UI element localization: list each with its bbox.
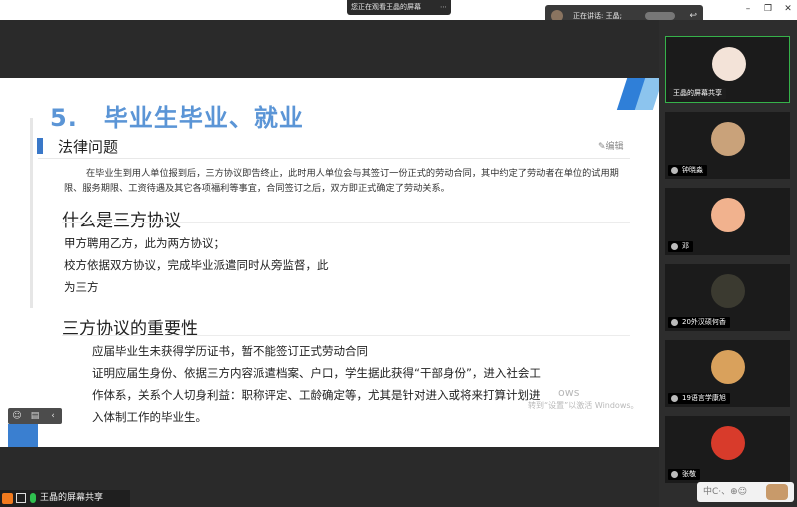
importance-line: 入体制工作的毕业生。 — [92, 410, 207, 424]
section-heading: 法律问题 — [58, 138, 119, 156]
participant-tile[interactable]: 邓 — [665, 188, 790, 255]
participant-name: 张敬 — [668, 469, 700, 480]
section-marker — [37, 138, 43, 154]
minimize-button[interactable]: – — [741, 2, 755, 16]
what-heading: 什么是三方协议 — [62, 211, 181, 231]
participant-name-text: 19语言学康旭 — [682, 394, 726, 402]
chat-input-text: 中C·、⊕☺ — [703, 487, 748, 497]
participant-tile[interactable]: 王晶的屏幕共享 — [665, 36, 790, 103]
participant-name-text: 钟晓淼 — [682, 166, 703, 174]
participant-name: 邓 — [668, 241, 693, 252]
participant-tile[interactable]: 19语言学康旭 — [665, 340, 790, 407]
slide-number: 5. — [50, 104, 78, 132]
slide-toolbar: ☺ ▤ ‹ — [8, 408, 62, 424]
maximize-button[interactable]: ❐ — [761, 2, 775, 16]
avatar — [711, 426, 745, 460]
participants-panel: 王晶的屏幕共享 钟晓淼 邓 20外汉硕何香 19语言学康旭 张敬 — [659, 20, 797, 507]
user-icon — [2, 493, 13, 504]
share-banner-text: 您正在观看王晶的屏幕 — [351, 3, 421, 11]
screen-icon — [16, 493, 26, 503]
mic-muted-icon — [671, 471, 678, 478]
screen-share-banner[interactable]: 您正在观看王晶的屏幕 ⋯ — [347, 0, 451, 15]
slide-title-text: 毕业生毕业、就业 — [103, 104, 304, 132]
presentation-slide: 5. 毕业生毕业、就业 法律问题 ✎编辑 在毕业生到用人单位报到后，三方协议即告终… — [0, 78, 659, 447]
avatar — [711, 350, 745, 384]
what-line: 校方依据双方协议，完成毕业派遣同时从旁监督，此 — [64, 258, 329, 272]
importance-line: 证明应届生身份、依据三方内容派遣档案、户口，学生据此获得“干部身份”，进入社会工 — [92, 366, 541, 380]
participant-name: 20外汉硕何香 — [668, 317, 730, 328]
importance-line: 应届毕业生未获得学历证书，暂不能签订正式劳动合同 — [92, 344, 368, 358]
avatar — [711, 122, 745, 156]
participant-tile[interactable]: 钟晓淼 — [665, 112, 790, 179]
edit-link[interactable]: ✎编辑 — [598, 139, 624, 152]
activation-watermark-text: 转到“设置”以激活 Windows。 — [528, 401, 639, 410]
slide-left-rule — [30, 118, 33, 308]
participant-name-text: 王晶的屏幕共享 — [673, 89, 722, 97]
mic-icon — [30, 493, 36, 503]
what-line: 甲方聘用乙方，此为两方协议； — [64, 236, 225, 250]
collapse-icon[interactable]: ‹ — [47, 408, 59, 424]
mic-muted-icon — [671, 395, 678, 402]
mic-muted-icon — [671, 243, 678, 250]
close-button[interactable]: ✕ — [781, 2, 795, 16]
avatar — [711, 274, 745, 308]
participant-tile[interactable]: 张敬 — [665, 416, 790, 483]
participant-name-text: 邓 — [682, 242, 689, 250]
participant-tile[interactable]: 20外汉硕何香 — [665, 264, 790, 331]
participant-name-text: 张敬 — [682, 470, 696, 478]
divider — [38, 158, 630, 159]
mic-muted-icon — [671, 167, 678, 174]
share-status-label: 王晶的屏幕共享 — [40, 493, 104, 503]
importance-line: 作体系，关系个人切身利益：职称评定、工龄确定等，尤其是针对进入或将来打算计划进 — [92, 388, 541, 402]
avatar — [711, 198, 745, 232]
annotate-icon[interactable]: ☺ — [11, 408, 23, 424]
chat-input[interactable]: 中C·、⊕☺ — [697, 482, 794, 502]
activation-watermark-title: ows — [558, 386, 580, 399]
divider — [62, 222, 630, 223]
sticker-icon[interactable] — [766, 484, 788, 500]
layout-icon[interactable]: ▤ — [29, 408, 41, 424]
mic-muted-icon — [671, 319, 678, 326]
participant-name-text: 20外汉硕何香 — [682, 318, 726, 326]
participant-name: 钟晓淼 — [668, 165, 707, 176]
speaker-names-blur — [645, 12, 675, 20]
share-menu-icon[interactable]: ⋯ — [440, 0, 447, 15]
avatar — [712, 47, 746, 81]
what-line: 为三方 — [64, 280, 99, 294]
slide-title: 5. 毕业生毕业、就业 — [50, 98, 304, 133]
legal-paragraph: 在毕业生到用人单位报到后，三方协议即告终止，此时用人单位会与其签订一份正式的劳动… — [64, 168, 619, 194]
slide-corner-decoration — [8, 424, 38, 447]
screen-share-status[interactable]: 王晶的屏幕共享 — [0, 490, 130, 507]
participant-name: 19语言学康旭 — [668, 393, 730, 404]
divider — [62, 335, 630, 336]
participant-name: 王晶的屏幕共享 — [669, 88, 726, 99]
